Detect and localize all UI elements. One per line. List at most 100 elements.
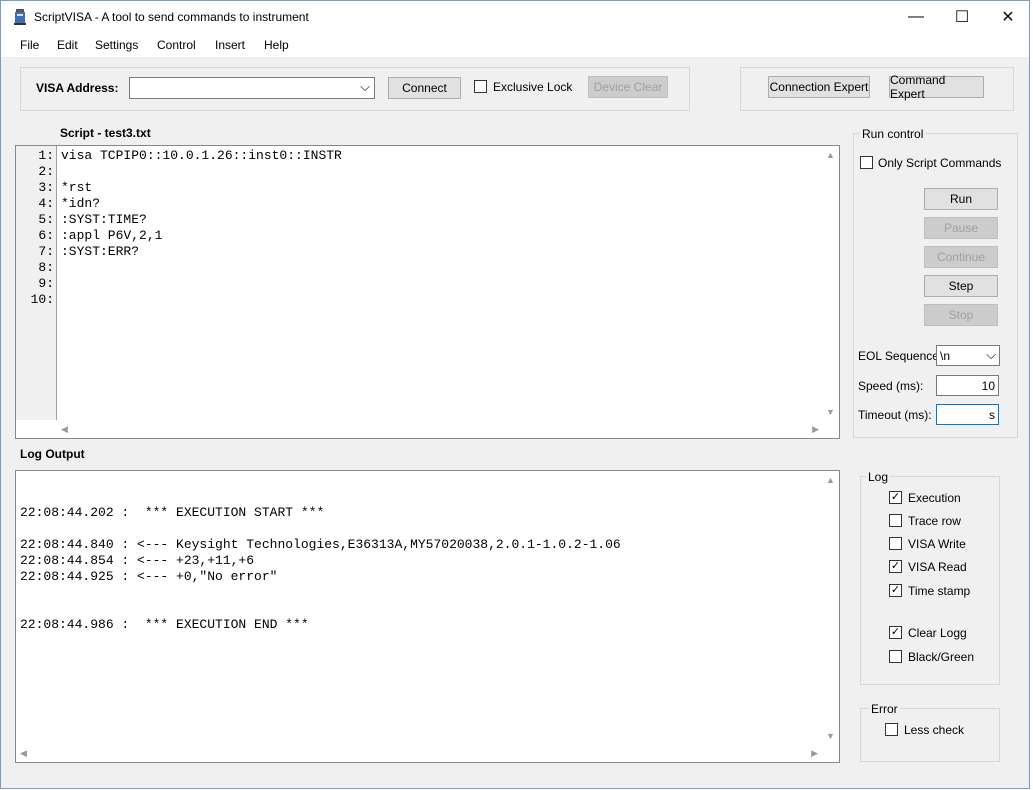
script-line[interactable] — [61, 276, 342, 292]
timeout-label: Timeout (ms): — [858, 408, 932, 422]
line-number: 10: — [30, 292, 54, 307]
line-number: 8: — [38, 260, 54, 275]
script-line[interactable]: :SYST:TIME? — [61, 212, 342, 228]
script-line[interactable] — [61, 164, 342, 180]
line-number-gutter: 1: 2: 3: 4: 5: 6: 7: 8: 9: 10: — [16, 146, 57, 420]
line-number: 3: — [38, 180, 54, 195]
device-clear-button[interactable]: Device Clear — [588, 76, 668, 98]
script-line[interactable]: *idn? — [61, 196, 342, 212]
connect-button[interactable]: Connect — [388, 77, 461, 99]
stop-button[interactable]: Stop — [924, 304, 998, 326]
visa-write-checkbox[interactable] — [889, 537, 902, 550]
menu-bar: File Edit Settings Control Insert Help — [1, 32, 1029, 57]
title-bar[interactable]: ScriptVISA - A tool to send commands to … — [1, 1, 1029, 32]
app-window: ScriptVISA - A tool to send commands to … — [0, 0, 1030, 789]
scroll-left-icon[interactable]: ◀ — [20, 748, 27, 759]
maximize-button[interactable]: ☐ — [939, 1, 985, 32]
eol-sequence-combobox[interactable]: \n ⌵ — [936, 345, 1000, 366]
check-icon: ✓ — [890, 626, 901, 638]
script-line[interactable] — [61, 292, 342, 308]
script-line[interactable]: *rst — [61, 180, 342, 196]
script-line[interactable] — [61, 260, 342, 276]
menu-edit[interactable]: Edit — [57, 38, 78, 52]
script-lines[interactable]: visa TCPIP0::10.0.1.26::inst0::INSTR *rs… — [61, 148, 342, 308]
window-title: ScriptVISA - A tool to send commands to … — [34, 10, 309, 24]
time-stamp-checkbox[interactable]: ✓ — [889, 584, 902, 597]
clear-logg-label: Clear Logg — [908, 626, 967, 640]
chevron-down-icon: ⌵ — [986, 347, 996, 362]
script-vertical-scrollbar[interactable]: ▲ ▼ — [822, 146, 839, 421]
log-line: 22:08:44.986 : *** EXECUTION END *** — [20, 617, 309, 632]
log-lines: 22:08:44.202 : *** EXECUTION START *** 2… — [20, 489, 621, 633]
speed-label: Speed (ms): — [858, 379, 924, 393]
log-output-textbox[interactable]: 22:08:44.202 : *** EXECUTION START *** 2… — [15, 470, 840, 763]
script-line[interactable]: :SYST:ERR? — [61, 244, 342, 260]
menu-help[interactable]: Help — [264, 38, 289, 52]
eol-sequence-label: EOL Sequence: — [858, 349, 943, 363]
scroll-up-icon[interactable]: ▲ — [826, 475, 835, 485]
visa-address-combobox[interactable]: ⌵ — [129, 77, 375, 99]
less-check-checkbox[interactable] — [885, 723, 898, 736]
scroll-down-icon[interactable]: ▼ — [826, 731, 835, 741]
line-number: 7: — [38, 244, 54, 259]
eol-sequence-value: \n — [940, 349, 951, 363]
check-icon: ✓ — [890, 584, 901, 596]
script-horizontal-scrollbar[interactable]: ◀ ▶ — [57, 421, 823, 438]
run-control-group: Run control Only Script Commands Run Pau… — [853, 127, 1018, 438]
clear-logg-checkbox[interactable]: ✓ — [889, 626, 902, 639]
exclusive-lock-label: Exclusive Lock — [493, 80, 573, 94]
line-number: 6: — [38, 228, 54, 243]
scroll-right-icon[interactable]: ▶ — [812, 424, 819, 435]
log-line: 22:08:44.202 : *** EXECUTION START *** — [20, 505, 325, 520]
log-line: 22:08:44.925 : <--- +0,"No error" — [20, 569, 278, 584]
step-button[interactable]: Step — [924, 275, 998, 297]
visa-write-label: VISA Write — [908, 537, 966, 551]
trace-row-checkbox[interactable] — [889, 514, 902, 527]
script-line[interactable]: visa TCPIP0::10.0.1.26::inst0::INSTR — [61, 148, 342, 164]
menu-insert[interactable]: Insert — [215, 38, 245, 52]
check-icon: ✓ — [890, 491, 901, 503]
run-button[interactable]: Run — [924, 188, 998, 210]
connection-expert-button[interactable]: Connection Expert — [768, 76, 870, 98]
chevron-down-icon: ⌵ — [360, 79, 370, 94]
line-number: 4: — [38, 196, 54, 211]
script-editor[interactable]: 1: 2: 3: 4: 5: 6: 7: 8: 9: 10: visa TCPI… — [15, 145, 840, 439]
menu-settings[interactable]: Settings — [95, 38, 138, 52]
log-options-title: Log — [866, 470, 891, 484]
execution-checkbox[interactable]: ✓ — [889, 491, 902, 504]
continue-button[interactable]: Continue — [924, 246, 998, 268]
visa-connection-group: VISA Address: ⌵ Connect Exclusive Lock D… — [20, 67, 690, 111]
less-check-label: Less check — [904, 723, 965, 737]
menu-control[interactable]: Control — [157, 38, 196, 52]
speed-input[interactable]: 10 — [936, 375, 999, 396]
visa-read-checkbox[interactable]: ✓ — [889, 560, 902, 573]
command-expert-button[interactable]: Command Expert — [889, 73, 984, 101]
trace-row-label: Trace row — [908, 514, 961, 528]
close-button[interactable]: ✕ — [985, 1, 1031, 32]
visa-address-label: VISA Address: — [36, 81, 119, 95]
scroll-down-icon[interactable]: ▼ — [826, 407, 835, 417]
exclusive-lock-checkbox[interactable] — [474, 80, 487, 93]
error-title: Error — [869, 702, 900, 716]
scroll-right-icon[interactable]: ▶ — [811, 748, 818, 759]
timeout-value: s — [989, 408, 995, 422]
line-number: 2: — [38, 164, 54, 179]
log-horizontal-scrollbar[interactable]: ◀ ▶ — [16, 745, 822, 762]
scroll-left-icon[interactable]: ◀ — [61, 424, 68, 435]
minimize-button[interactable]: — — [893, 1, 939, 32]
log-vertical-scrollbar[interactable]: ▲ ▼ — [822, 471, 839, 745]
menu-file[interactable]: File — [20, 38, 39, 52]
black-green-checkbox[interactable] — [889, 650, 902, 663]
script-line[interactable]: :appl P6V,2,1 — [61, 228, 342, 244]
timeout-input[interactable]: s — [936, 404, 999, 425]
line-number: 5: — [38, 212, 54, 227]
scroll-up-icon[interactable]: ▲ — [826, 150, 835, 160]
pause-button[interactable]: Pause — [924, 217, 998, 239]
check-icon: ✓ — [890, 560, 901, 572]
log-line: 22:08:44.854 : <--- +23,+11,+6 — [20, 553, 255, 568]
only-script-commands-checkbox[interactable] — [860, 156, 873, 169]
